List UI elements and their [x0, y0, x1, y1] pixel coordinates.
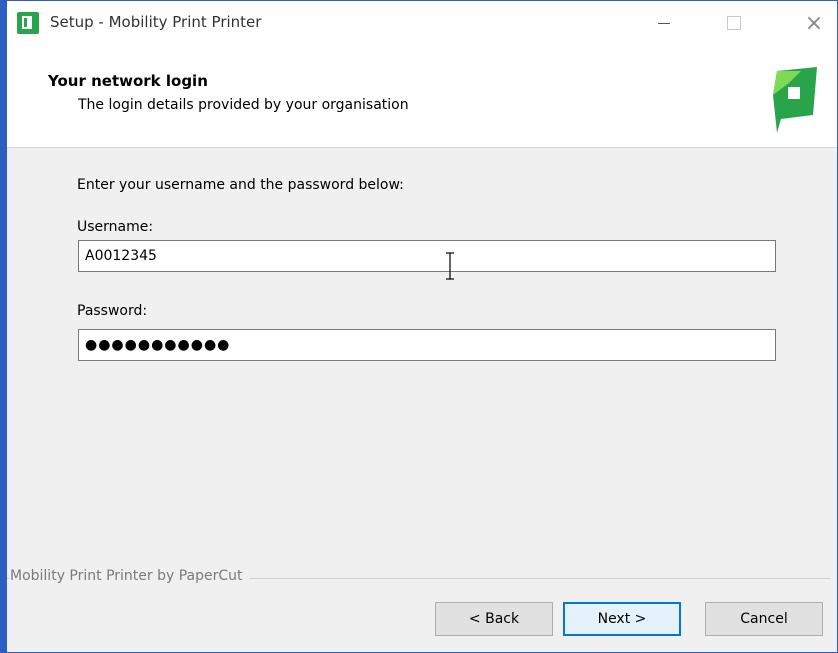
instruction-text: Enter your username and the password bel… — [77, 177, 404, 193]
window-title: Setup - Mobility Print Printer — [50, 13, 262, 31]
next-button[interactable]: Next > — [563, 602, 681, 636]
back-button[interactable]: < Back — [435, 602, 553, 636]
wizard-header: Your network login The login details pro… — [7, 45, 837, 148]
wizard-content: Enter your username and the password bel… — [7, 148, 837, 652]
page-title: Your network login — [48, 72, 208, 90]
text-cursor-icon — [446, 252, 454, 280]
page-subtitle: The login details provided by your organ… — [78, 97, 409, 113]
maximize-button[interactable] — [711, 1, 757, 45]
title-bar[interactable]: Setup - Mobility Print Printer × — [7, 1, 837, 45]
minimize-button[interactable] — [641, 1, 687, 45]
cancel-button[interactable]: Cancel — [705, 602, 823, 636]
password-label: Password: — [77, 303, 148, 319]
close-button[interactable]: × — [791, 1, 837, 45]
papercut-logo-icon — [773, 67, 817, 133]
close-icon: × — [804, 10, 824, 36]
papercut-app-icon — [17, 12, 39, 34]
footer-brand-text: Mobility Print Printer by PaperCut — [10, 568, 249, 584]
setup-window: Setup - Mobility Print Printer × Your ne… — [0, 0, 838, 653]
username-value: A0012345 — [85, 248, 157, 264]
password-input[interactable]: ●●●●●●●●●●● — [78, 329, 776, 361]
username-input[interactable]: A0012345 — [78, 240, 776, 272]
maximize-icon — [727, 16, 741, 30]
password-masked-value: ●●●●●●●●●●● — [85, 337, 231, 353]
minimize-icon — [658, 22, 670, 24]
username-label: Username: — [77, 219, 154, 235]
